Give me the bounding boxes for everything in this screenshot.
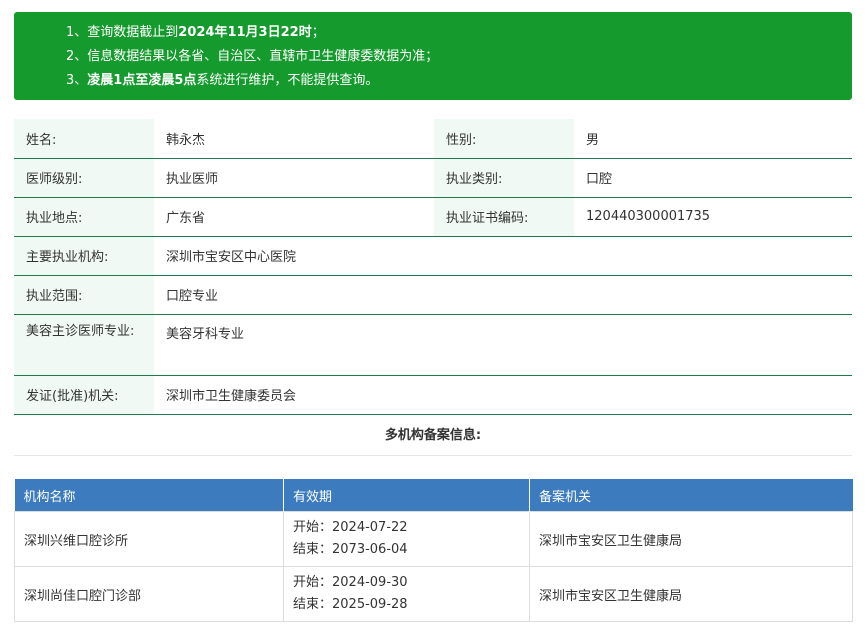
validity-cell: 开始：2024-07-22 结束：2073-06-04 (283, 511, 530, 567)
issuer-value: 深圳市卫生健康委员会 (154, 375, 852, 415)
institution-table: 机构名称 有效期 备案机关 深圳兴维口腔诊所 开始：2024-07-22 结束：… (14, 479, 853, 622)
location-label: 执业地点: (14, 197, 154, 237)
gender-label: 性别: (434, 119, 574, 159)
cert-value: 120440300001735 (574, 197, 852, 237)
info-row-scope: 执业范围: 口腔专业 (14, 275, 852, 315)
institution-label: 主要执业机构: (14, 236, 154, 276)
scope-label: 执业范围: (14, 275, 154, 315)
institution-name: 深圳兴维口腔诊所 (14, 511, 284, 567)
validity-end: 结束：2073-06-04 (293, 542, 408, 557)
info-row-location: 执业地点: 广东省 执业证书编码: 120440300001735 (14, 197, 852, 237)
level-value: 执业医师 (154, 158, 434, 198)
validity-end: 结束：2025-09-28 (293, 597, 408, 612)
category-label: 执业类别: (434, 158, 574, 198)
filing-authority: 深圳市宝安区卫生健康局 (529, 511, 853, 567)
validity-cell: 开始：2024-09-30 结束：2025-09-28 (283, 566, 530, 622)
scope-value: 口腔专业 (154, 275, 852, 315)
category-value: 口腔 (574, 158, 852, 198)
name-value: 韩永杰 (154, 119, 434, 159)
info-row-level: 医师级别: 执业医师 执业类别: 口腔 (14, 158, 852, 198)
notice-line-3: 3、凌晨1点至凌晨5点系统进行维护，不能提供查询。 (66, 73, 379, 88)
info-row-cosmetic: 美容主诊医师专业: 美容牙科专业 (14, 314, 852, 376)
location-value: 广东省 (154, 197, 434, 237)
cosmetic-label: 美容主诊医师专业: (14, 314, 154, 376)
table-row: 深圳兴维口腔诊所 开始：2024-07-22 结束：2073-06-04 深圳市… (14, 511, 853, 567)
name-label: 姓名: (14, 119, 154, 159)
validity-start: 开始：2024-07-22 (293, 520, 408, 535)
notice-line-2: 2、信息数据结果以各省、自治区、直辖市卫生健康委数据为准； (66, 49, 439, 64)
filing-authority: 深圳市宝安区卫生健康局 (529, 566, 853, 622)
cert-label: 执业证书编码: (434, 197, 574, 237)
validity-start: 开始：2024-09-30 (293, 575, 408, 590)
header-validity: 有效期 (283, 479, 530, 512)
info-row-issuer: 发证(批准)机关: 深圳市卫生健康委员会 (14, 375, 852, 415)
multi-institution-title: 多机构备案信息: (14, 418, 852, 456)
institution-name: 深圳尚佳口腔门诊部 (14, 566, 284, 622)
info-row-institution: 主要执业机构: 深圳市宝安区中心医院 (14, 236, 852, 276)
institution-table-header: 机构名称 有效期 备案机关 (14, 479, 853, 512)
institution-value: 深圳市宝安区中心医院 (154, 236, 852, 276)
doctor-info-table: 姓名: 韩永杰 性别: 男 医师级别: 执业医师 执业类别: 口腔 执业地点: … (14, 119, 852, 415)
header-authority: 备案机关 (529, 479, 853, 512)
notice-line-1: 1、查询数据截止到2024年11月3日22时； (66, 25, 325, 40)
info-row-name: 姓名: 韩永杰 性别: 男 (14, 119, 852, 159)
level-label: 医师级别: (14, 158, 154, 198)
header-institution-name: 机构名称 (14, 479, 284, 512)
cosmetic-value: 美容牙科专业 (154, 314, 852, 376)
notice-banner: 1、查询数据截止到2024年11月3日22时； 2、信息数据结果以各省、自治区、… (14, 12, 852, 100)
issuer-label: 发证(批准)机关: (14, 375, 154, 415)
gender-value: 男 (574, 119, 852, 159)
table-row: 深圳尚佳口腔门诊部 开始：2024-09-30 结束：2025-09-28 深圳… (14, 566, 853, 622)
